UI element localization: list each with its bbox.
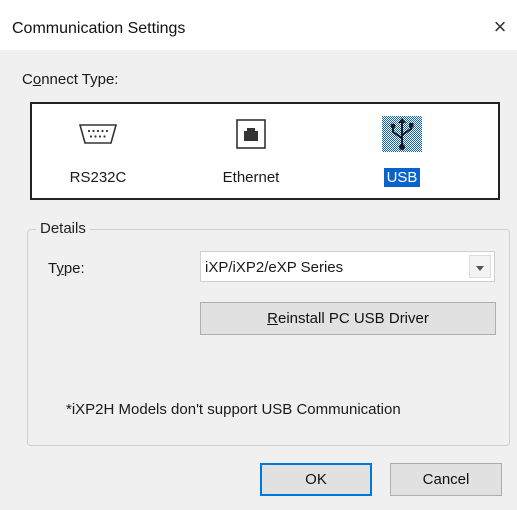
details-legend: Details	[36, 220, 90, 237]
connect-type-label: Connect Type:	[22, 71, 119, 88]
window-title: Communication Settings	[12, 20, 186, 37]
chevron-down-icon	[476, 258, 484, 275]
details-group: Details Type: iXP/iXP2/eXP Series Reinst…	[27, 220, 510, 446]
connect-type-ethernet[interactable]: Ethernet	[191, 114, 311, 194]
ok-button[interactable]: OK	[260, 463, 372, 496]
connect-type-label-usb: USB	[383, 168, 421, 187]
close-button[interactable]: ×	[487, 14, 513, 40]
type-select-dropdown-button[interactable]	[469, 255, 491, 278]
type-select[interactable]: iXP/iXP2/eXP Series	[200, 251, 495, 282]
ethernet-port-icon	[231, 116, 271, 152]
serial-port-icon	[78, 116, 118, 152]
connect-type-label-rs232c: RS232C	[69, 169, 127, 186]
connect-type-label-ethernet: Ethernet	[222, 169, 280, 186]
cancel-button[interactable]: Cancel	[390, 463, 502, 496]
type-select-value: iXP/iXP2/eXP Series	[205, 259, 344, 276]
reinstall-usb-driver-button[interactable]: Reinstall PC USB Driver	[200, 302, 496, 335]
connect-type-list: RS232C Ethernet USB	[30, 102, 500, 200]
usb-support-note: *iXP2H Models don't support USB Communic…	[66, 401, 401, 418]
connect-type-usb[interactable]: USB	[342, 114, 462, 194]
type-label: Type:	[48, 260, 85, 277]
title-bar: Communication Settings ×	[0, 0, 517, 50]
connect-type-rs232c[interactable]: RS232C	[38, 114, 158, 194]
close-icon: ×	[493, 14, 507, 39]
communication-settings-dialog: Communication Settings × Connect Type: R…	[0, 0, 517, 510]
usb-icon	[382, 116, 422, 152]
